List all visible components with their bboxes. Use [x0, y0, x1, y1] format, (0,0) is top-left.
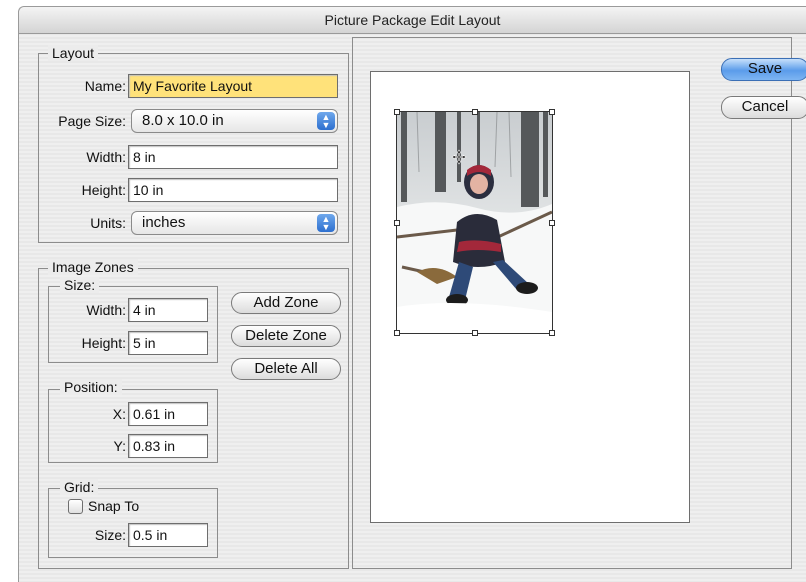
name-label: Name:: [84, 78, 126, 94]
grid-size-field[interactable]: 0.5 in: [128, 523, 208, 547]
image-zone[interactable]: [394, 109, 555, 336]
delete-all-button[interactable]: Delete All: [231, 358, 341, 380]
page-height-field[interactable]: 10 in: [128, 178, 338, 202]
cancel-button[interactable]: Cancel: [721, 96, 806, 119]
page-size-value: 8.0 x 10.0 in: [142, 112, 224, 129]
page-size-label: Page Size:: [58, 113, 126, 129]
resize-handle-top-right[interactable]: [549, 109, 555, 115]
x-field[interactable]: 0.61 in: [128, 402, 208, 426]
zone-width-field[interactable]: 4 in: [128, 298, 208, 322]
updown-arrows-icon: ▲ ▼: [317, 214, 335, 232]
page-size-popup[interactable]: 8.0 x 10.0 in ▲ ▼: [131, 109, 338, 133]
name-field[interactable]: My Favorite Layout: [128, 74, 338, 98]
units-label: Units:: [90, 215, 126, 231]
delete-zone-button[interactable]: Delete Zone: [231, 325, 341, 347]
save-button[interactable]: Save: [721, 58, 806, 81]
y-label: Y:: [113, 438, 126, 454]
resize-handle-bottom[interactable]: [472, 330, 478, 336]
resize-handle-top-left[interactable]: [394, 109, 400, 115]
page-width-field[interactable]: 8 in: [128, 145, 338, 169]
snap-to-label[interactable]: Snap To: [88, 494, 139, 518]
y-field[interactable]: 0.83 in: [128, 434, 208, 458]
image-zones-legend: Image Zones: [48, 259, 138, 275]
grid-size-label: Size:: [94, 527, 126, 543]
resize-handle-top[interactable]: [472, 109, 478, 115]
units-value: inches: [142, 214, 186, 231]
updown-arrows-icon: ▲ ▼: [317, 112, 335, 130]
zone-size-legend: Size:: [60, 277, 100, 293]
resize-handle-right[interactable]: [549, 220, 555, 226]
height-label: Height:: [81, 182, 126, 198]
position-legend: Position:: [60, 379, 122, 395]
resize-handle-bottom-left[interactable]: [394, 330, 400, 336]
layout-legend: Layout: [48, 45, 99, 61]
add-zone-button[interactable]: Add Zone: [231, 292, 341, 314]
zone-height-field[interactable]: 5 in: [128, 331, 208, 355]
zone-photo: [397, 112, 552, 333]
resize-handle-bottom-right[interactable]: [549, 330, 555, 336]
snap-to-checkbox[interactable]: [68, 499, 83, 514]
resize-handle-left[interactable]: [394, 220, 400, 226]
x-label: X:: [112, 406, 126, 422]
units-popup[interactable]: inches ▲ ▼: [131, 211, 338, 235]
zone-width-label: Width:: [86, 302, 126, 318]
grid-legend: Grid:: [60, 479, 99, 495]
zone-height-label: Height:: [81, 335, 126, 351]
move-cursor-icon: [451, 149, 467, 165]
width-label: Width:: [86, 149, 126, 165]
window-title: Picture Package Edit Layout: [19, 7, 806, 34]
